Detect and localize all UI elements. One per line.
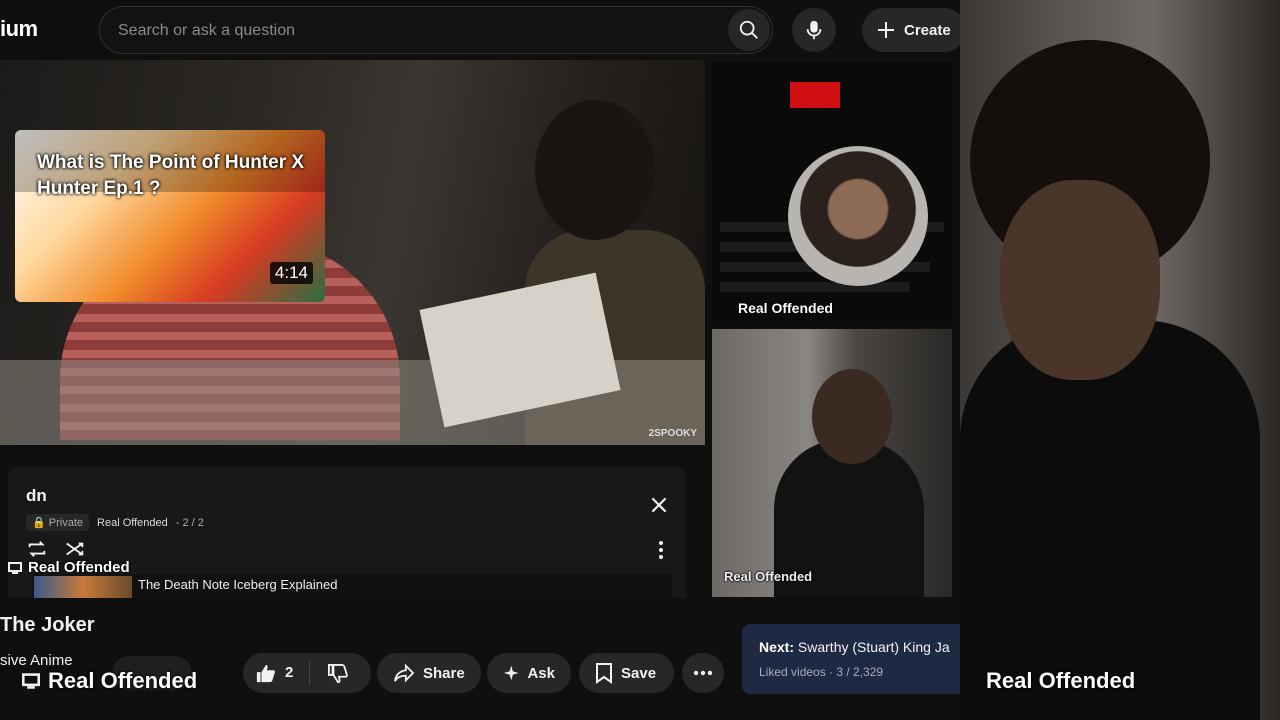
thumbnail-duration: 4:14 bbox=[269, 262, 313, 284]
up-next-prefix: Next: bbox=[759, 639, 795, 655]
private-label: Private bbox=[48, 517, 84, 529]
microphone-icon bbox=[806, 20, 822, 40]
loop-icon[interactable] bbox=[26, 538, 48, 560]
plus-icon bbox=[878, 22, 894, 38]
screen-capture-embed bbox=[712, 62, 952, 327]
more-vertical-icon[interactable] bbox=[656, 540, 666, 560]
up-next-subtitle: Liked videos · 3 / 2,329 bbox=[759, 665, 884, 679]
more-actions-button[interactable] bbox=[682, 653, 724, 693]
thumbnail-title: What is The Point of Hunter X Hunter Ep.… bbox=[37, 152, 305, 199]
embed-red-thumbnail bbox=[790, 82, 840, 108]
ask-button[interactable]: Ask bbox=[487, 653, 571, 693]
save-button[interactable]: Save bbox=[579, 653, 674, 693]
playlist-item[interactable]: The Death Note Iceberg Explained bbox=[32, 574, 672, 598]
up-next-line: Next: Swarthy (Stuart) King Ja bbox=[759, 639, 950, 655]
search-box[interactable] bbox=[99, 6, 773, 55]
share-label: Share bbox=[423, 664, 465, 682]
playlist-position: - 2 / 2 bbox=[175, 516, 204, 529]
like-icon[interactable] bbox=[255, 663, 277, 683]
share-icon bbox=[394, 663, 415, 683]
monitor-icon bbox=[8, 561, 22, 574]
share-button[interactable]: Share bbox=[377, 653, 481, 693]
save-label: Save bbox=[621, 664, 657, 682]
like-dislike-group: 2 bbox=[243, 653, 371, 693]
stream-overlay-label-text: Real Offended bbox=[28, 559, 130, 576]
webcam-feed-main bbox=[960, 0, 1280, 720]
more-horizontal-icon bbox=[693, 670, 713, 676]
up-next-title: Swarthy (Stuart) King Ja bbox=[797, 639, 950, 655]
stream-overlay-label-bottom-text: Real Offended bbox=[48, 668, 198, 693]
webcam-overlay-label: Real Offended bbox=[724, 569, 813, 584]
like-divider bbox=[309, 661, 310, 685]
search-button[interactable] bbox=[728, 9, 770, 51]
create-button[interactable]: Create bbox=[862, 8, 966, 52]
webcam-feed-secondary bbox=[712, 329, 952, 597]
video-scene-person-head bbox=[535, 100, 655, 240]
playlist-channel[interactable]: Real Offended bbox=[97, 517, 168, 529]
shuffle-icon[interactable] bbox=[64, 538, 86, 560]
sparkle-icon bbox=[503, 665, 519, 681]
embed-row bbox=[720, 282, 910, 292]
up-next-card[interactable]: Next: Swarthy (Stuart) King Ja Liked vid… bbox=[742, 624, 982, 694]
playlist-panel: dn 🔒 Private Real Offended - 2 / 2 The D… bbox=[8, 466, 686, 598]
video-thumbnail-card[interactable]: What is The Point of Hunter X Hunter Ep.… bbox=[15, 130, 325, 302]
dislike-icon[interactable] bbox=[327, 664, 349, 684]
playlist-item-title: The Death Note Iceberg Explained bbox=[138, 577, 338, 592]
playlist-item-thumbnail bbox=[34, 576, 132, 598]
like-count: 2 bbox=[285, 664, 294, 681]
voice-search-button[interactable] bbox=[792, 8, 836, 52]
bookmark-icon bbox=[596, 663, 612, 684]
stream-overlay-label: Real Offended bbox=[8, 559, 130, 576]
embed-overlay-label: Real Offended bbox=[738, 300, 833, 316]
create-label: Create bbox=[904, 21, 951, 39]
ask-label: Ask bbox=[527, 664, 555, 682]
video-watermark: 2SPOOKY bbox=[648, 428, 697, 439]
webcam-main-face bbox=[1000, 180, 1160, 380]
playlist-title[interactable]: dn bbox=[26, 486, 47, 506]
close-icon[interactable] bbox=[648, 494, 670, 516]
webcam-person-head bbox=[812, 369, 892, 464]
stream-overlay-label-bottom: Real Offended bbox=[22, 668, 197, 694]
monitor-icon bbox=[22, 673, 40, 689]
app-logo-text[interactable]: ium bbox=[0, 16, 38, 42]
channel-name[interactable]: sive Anime bbox=[0, 652, 73, 669]
webcam-main-body bbox=[960, 320, 1260, 720]
video-title: The Joker bbox=[0, 614, 95, 636]
search-input[interactable] bbox=[116, 7, 710, 55]
search-icon bbox=[739, 20, 758, 39]
webcam-main-overlay-label: Real Offended bbox=[986, 668, 1136, 693]
private-badge: 🔒 Private bbox=[26, 514, 90, 531]
playlist-meta: 🔒 Private Real Offended - 2 / 2 bbox=[26, 514, 204, 531]
embed-webcam-bubble bbox=[788, 146, 928, 286]
